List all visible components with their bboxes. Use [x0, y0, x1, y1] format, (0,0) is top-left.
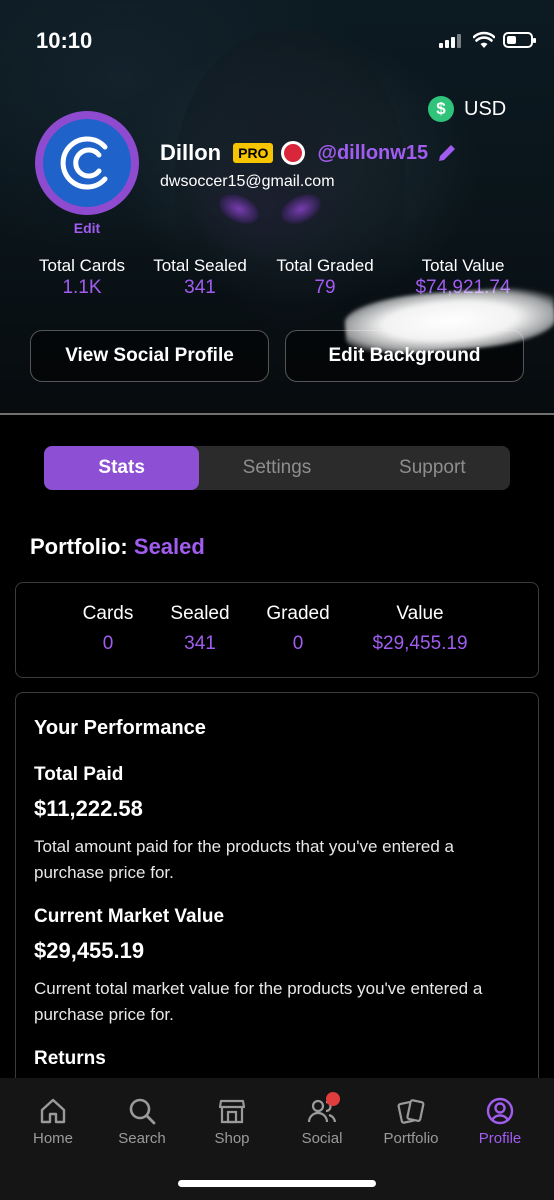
nav-label: Shop	[214, 1130, 250, 1147]
total-paid-description: Total amount paid for the products that …	[34, 837, 455, 882]
portfolio-icon	[371, 1092, 451, 1130]
total-paid-amount: $11,222.58	[34, 796, 143, 821]
pencil-icon[interactable]	[436, 142, 458, 164]
nav-label: Social	[301, 1130, 343, 1147]
stat-value: 341	[184, 277, 216, 298]
summary-label: Graded	[266, 603, 330, 624]
market-value-amount: $29,455.19	[34, 938, 145, 963]
profile-icon	[460, 1092, 540, 1130]
returns-label: Returns	[34, 1048, 106, 1069]
notification-dot	[326, 1092, 340, 1106]
nav-label: Home	[32, 1130, 73, 1147]
nav-profile[interactable]: Profile	[460, 1092, 540, 1147]
total-graded-stat: Total Graded 79	[270, 256, 380, 299]
edit-avatar-link[interactable]: Edit	[60, 220, 114, 236]
battery-icon	[503, 32, 536, 48]
signal-icon	[439, 34, 463, 48]
home-indicator[interactable]	[178, 1180, 376, 1187]
shop-icon	[192, 1092, 272, 1130]
home-icon	[13, 1092, 93, 1130]
stat-label: Total Cards	[39, 256, 125, 275]
summary-graded: Graded 0	[252, 603, 344, 655]
portfolio-summary-card: Cards 0 Sealed 341 Graded 0 Value $29,45…	[15, 582, 539, 678]
market-value-label: Current Market Value	[34, 906, 225, 927]
summary-value: 0	[292, 633, 304, 654]
summary-value: 341	[184, 633, 216, 654]
nav-label: Profile	[478, 1130, 522, 1147]
tab-stats[interactable]: Stats	[44, 446, 200, 490]
profile-email: dwsoccer15@gmail.com	[160, 173, 335, 190]
nav-search[interactable]: Search	[102, 1092, 182, 1147]
nav-home[interactable]: Home	[13, 1092, 93, 1147]
view-social-profile-button[interactable]: View Social Profile	[30, 330, 269, 382]
market-value-description: Current total market value for the produ…	[34, 979, 483, 1024]
summary-sealed: Sealed 341	[160, 603, 240, 655]
profile-name: Dillon	[160, 140, 222, 165]
nav-social[interactable]: Social	[282, 1092, 362, 1147]
collectr-logo-icon	[43, 119, 131, 207]
summary-label: Value	[396, 603, 444, 624]
stat-value: 1.1K	[62, 277, 102, 298]
currency-selector[interactable]: $ USD	[428, 96, 506, 122]
tab-settings[interactable]: Settings	[199, 446, 354, 490]
nav-shop[interactable]: Shop	[192, 1092, 272, 1147]
summary-value: 0	[102, 633, 114, 654]
summary-label: Sealed	[170, 603, 230, 624]
nav-label: Portfolio	[383, 1130, 439, 1147]
profile-name-row: Dillon PRO @dillonw15	[160, 140, 458, 166]
summary-value: $29,455.19	[372, 633, 468, 654]
total-cards-stat: Total Cards 1.1K	[32, 256, 132, 299]
stat-label: Total Sealed	[153, 256, 247, 275]
wifi-icon	[473, 31, 495, 48]
performance-title: Your Performance	[34, 717, 206, 739]
currency-label: USD	[464, 97, 507, 120]
summary-value: Value $29,455.19	[356, 603, 484, 655]
portfolio-title[interactable]: Portfolio: Sealed	[30, 534, 205, 560]
stat-label: Total Value	[421, 256, 505, 275]
avatar[interactable]	[35, 111, 139, 215]
pro-badge: PRO	[233, 143, 274, 163]
profile-tabs: Stats Settings Support	[44, 446, 510, 490]
status-time: 10:10	[36, 28, 93, 53]
performance-card: Your Performance Total Paid $11,222.58 T…	[15, 692, 539, 1092]
status-bar: 10:10	[0, 0, 554, 80]
portfolio-type: Sealed	[133, 534, 205, 559]
profile-handle: @dillonw15	[317, 141, 429, 164]
nav-portfolio[interactable]: Portfolio	[371, 1092, 451, 1147]
stat-value: 79	[314, 277, 336, 298]
total-sealed-stat: Total Sealed 341	[148, 256, 252, 299]
total-paid-label: Total Paid	[34, 764, 124, 785]
social-icon	[282, 1092, 362, 1130]
collectr-badge-icon	[281, 141, 306, 165]
portfolio-prefix: Portfolio:	[30, 534, 128, 559]
nav-label: Search	[118, 1130, 166, 1147]
stat-label: Total Graded	[276, 256, 374, 275]
summary-label: Cards	[82, 603, 134, 624]
header-divider	[0, 413, 554, 415]
tab-support[interactable]: Support	[355, 446, 510, 490]
summary-cards: Cards 0	[68, 603, 148, 655]
search-icon	[102, 1092, 182, 1130]
dollar-icon: $	[428, 96, 454, 122]
